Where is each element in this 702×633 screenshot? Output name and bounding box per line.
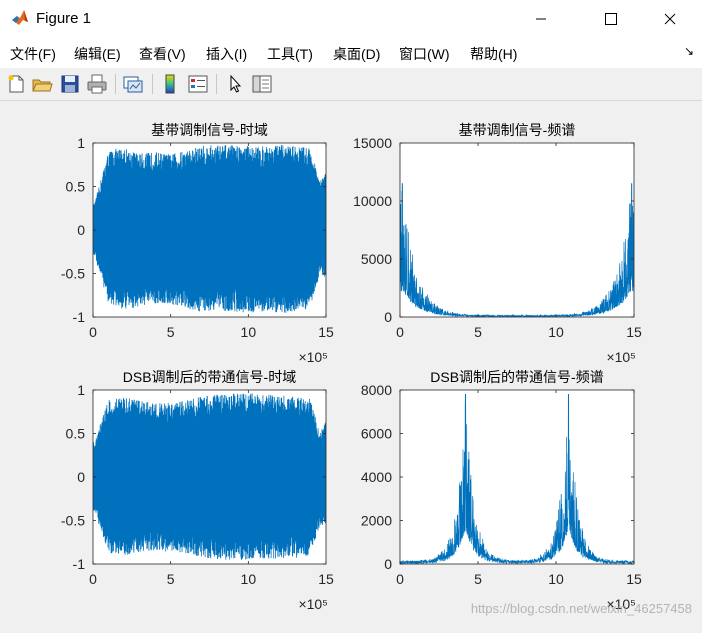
new-figure-icon[interactable]: [5, 73, 27, 95]
x-tick-label: 5: [167, 571, 175, 587]
minimize-button[interactable]: [518, 0, 564, 38]
menu-help[interactable]: 帮助(H): [470, 44, 517, 64]
subplot-title: DSB调制后的带通信号-时域: [123, 369, 296, 385]
x-exponent-label: ×10⁵: [298, 349, 328, 365]
window-title: Figure 1: [36, 10, 92, 27]
y-tick-label: 5000: [361, 251, 392, 267]
x-tick-label: 5: [474, 324, 482, 340]
y-tick-label: 1: [77, 382, 85, 398]
y-tick-label: 10000: [353, 193, 392, 209]
plot-background: [400, 143, 634, 317]
y-tick-label: 6000: [361, 426, 392, 442]
toolbar-separator: [216, 74, 217, 94]
y-tick-label: 8000: [361, 382, 392, 398]
plot-background: [400, 390, 634, 564]
y-tick-label: -0.5: [61, 266, 85, 282]
colorbar-icon[interactable]: [159, 73, 181, 95]
y-tick-label: 0.5: [66, 179, 86, 195]
menu-desktop[interactable]: 桌面(D): [333, 44, 380, 64]
series-waveform: [93, 144, 326, 313]
close-icon: [664, 13, 676, 25]
subplot-title: 基带调制信号-频谱: [459, 122, 576, 138]
y-tick-label: 0: [384, 309, 392, 325]
watermark: https://blog.csdn.net/weixin_46257458: [470, 601, 692, 616]
matlab-logo-icon: [12, 10, 28, 25]
y-tick-label: 0: [77, 469, 85, 485]
x-tick-label: 10: [548, 571, 564, 587]
maximize-button[interactable]: [588, 0, 634, 38]
toolbar-separator: [115, 74, 116, 94]
print-icon[interactable]: [86, 73, 108, 95]
link-plot-icon[interactable]: [122, 73, 144, 95]
x-tick-label: 5: [474, 571, 482, 587]
y-tick-label: 0.5: [66, 426, 86, 442]
y-tick-label: -0.5: [61, 513, 85, 529]
x-tick-label: 0: [396, 571, 404, 587]
subplot-title: 基带调制信号-时域: [151, 122, 268, 138]
x-tick-label: 15: [318, 571, 334, 587]
data-layer: [93, 144, 326, 313]
menu-tools[interactable]: 工具(T): [267, 44, 313, 64]
x-tick-label: 0: [89, 571, 97, 587]
y-tick-label: 15000: [353, 135, 392, 151]
x-exponent-label: ×10⁵: [298, 596, 328, 612]
pointer-icon[interactable]: [224, 73, 246, 95]
menu-edit[interactable]: 编辑(E): [74, 44, 121, 64]
x-tick-label: 15: [626, 571, 642, 587]
y-tick-label: 0: [77, 222, 85, 238]
x-tick-label: 0: [89, 324, 97, 340]
x-tick-label: 15: [626, 324, 642, 340]
y-tick-label: 0: [384, 556, 392, 572]
property-editor-icon[interactable]: [251, 73, 273, 95]
subplot-1: 0 5 10 15 -1 -0.5 0 0.5 1 ×10⁵ 基带调制信号-时域: [61, 122, 334, 365]
subplot-title: DSB调制后的带通信号-频谱: [430, 369, 603, 385]
legend-icon[interactable]: [187, 73, 209, 95]
y-tick-label: -1: [73, 309, 86, 325]
x-tick-label: 0: [396, 324, 404, 340]
y-tick-label: -1: [73, 556, 86, 572]
y-tick-label: 4000: [361, 469, 392, 485]
menu-bar: 文件(F) 编辑(E) 查看(V) 插入(I) 工具(T) 桌面(D) 窗口(W…: [0, 38, 702, 68]
minimize-icon: [536, 18, 546, 20]
x-tick-label: 10: [548, 324, 564, 340]
subplot-3: 0 5 10 15 -1 -0.5 0 0.5 1 ×10⁵ DSB调制后的带通信号-时域: [61, 369, 334, 612]
save-icon[interactable]: [59, 73, 81, 95]
x-tick-label: 5: [167, 324, 175, 340]
menu-insert[interactable]: 插入(I): [206, 44, 247, 64]
maximize-icon: [605, 13, 617, 25]
toolbar: [0, 68, 702, 101]
y-tick-label: 1: [77, 135, 85, 151]
y-tick-label: 2000: [361, 513, 392, 529]
menu-window[interactable]: 窗口(W): [399, 44, 450, 64]
x-exponent-label: ×10⁵: [606, 349, 636, 365]
figure-canvas: 0 5 10 15 -1 -0.5 0 0.5 1 ×10⁵ 基带调制信号-时域 0 5 10 15 0 500…: [0, 101, 702, 628]
series-waveform: [93, 393, 326, 560]
dock-arrow-icon[interactable]: ↘: [684, 44, 694, 58]
toolbar-separator: [152, 74, 153, 94]
menu-file[interactable]: 文件(F): [10, 44, 56, 64]
data-layer: [93, 393, 326, 560]
menu-view[interactable]: 查看(V): [139, 44, 186, 64]
open-file-icon[interactable]: [31, 73, 53, 95]
subplot-4: 0 5 10 1502000400060008000×10⁵DSB调制后的带通信号-频…: [361, 369, 642, 612]
title-bar: Figure 1: [0, 0, 702, 38]
x-tick-label: 10: [241, 571, 257, 587]
close-button[interactable]: [647, 0, 693, 38]
figure-plots: 0 5 10 15-1-0.500.51×10⁵基带调制信号-时域0 5 10 150500…: [61, 122, 642, 612]
x-tick-label: 15: [318, 324, 334, 340]
subplot-2: 0 5 10 15 0 5000 10000 15000 ×10⁵ 基带调制信号-频谱: [353, 122, 642, 365]
x-tick-label: 10: [241, 324, 257, 340]
